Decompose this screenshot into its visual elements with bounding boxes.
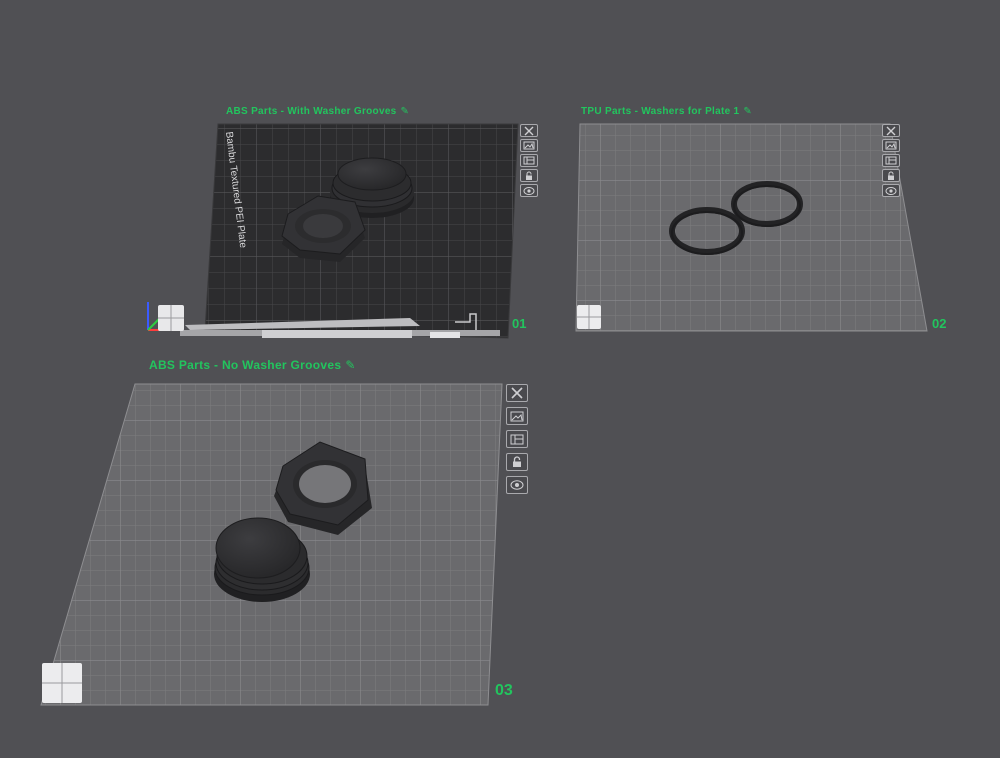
lock-icon[interactable] xyxy=(520,169,538,182)
image-icon[interactable] xyxy=(520,139,538,152)
plate-01-title-text: ABS Parts - With Washer Grooves xyxy=(226,106,397,117)
settings-icon[interactable] xyxy=(520,184,538,197)
arrange-icon[interactable] xyxy=(882,154,900,167)
plate-03-toolbar xyxy=(506,384,528,494)
plate-01-number: 01 xyxy=(512,316,527,331)
arrange-icon[interactable] xyxy=(520,154,538,167)
plate-02-title[interactable]: TPU Parts - Washers for Plate 1 ✎ xyxy=(581,106,752,117)
plate-03-title[interactable]: ABS Parts - No Washer Grooves ✎ xyxy=(149,358,356,372)
plate-02-number: 02 xyxy=(932,316,947,331)
image-icon[interactable] xyxy=(882,139,900,152)
plate-03-number: 03 xyxy=(495,682,513,699)
arrange-icon[interactable] xyxy=(506,430,528,448)
plate-01[interactable]: Bambu Textured PEI Plate xyxy=(147,123,519,339)
close-icon[interactable] xyxy=(882,124,900,137)
plate-03-origin-marker xyxy=(42,663,82,703)
lock-icon[interactable] xyxy=(506,453,528,471)
close-icon[interactable] xyxy=(520,124,538,137)
build-plate-scene[interactable]: Bambu Textured PEI Plate xyxy=(0,0,1000,758)
plate-03-title-text: ABS Parts - No Washer Grooves xyxy=(149,358,342,372)
edit-icon[interactable]: ✎ xyxy=(743,106,752,117)
close-icon[interactable] xyxy=(506,384,528,402)
plate-01-title[interactable]: ABS Parts - With Washer Grooves ✎ xyxy=(226,106,409,117)
plate-02[interactable] xyxy=(575,123,928,332)
plate-03[interactable] xyxy=(40,383,503,706)
plate-02-title-text: TPU Parts - Washers for Plate 1 xyxy=(581,106,740,117)
plate-01-toolbar xyxy=(520,124,538,197)
edit-icon[interactable]: ✎ xyxy=(401,106,410,117)
plate-02-toolbar xyxy=(882,124,900,197)
plate-01-origin-marker xyxy=(158,305,184,331)
settings-icon[interactable] xyxy=(882,184,900,197)
settings-icon[interactable] xyxy=(506,476,528,494)
image-icon[interactable] xyxy=(506,407,528,425)
plate-02-origin-marker xyxy=(577,305,601,329)
lock-icon[interactable] xyxy=(882,169,900,182)
edit-icon[interactable]: ✎ xyxy=(345,358,355,372)
